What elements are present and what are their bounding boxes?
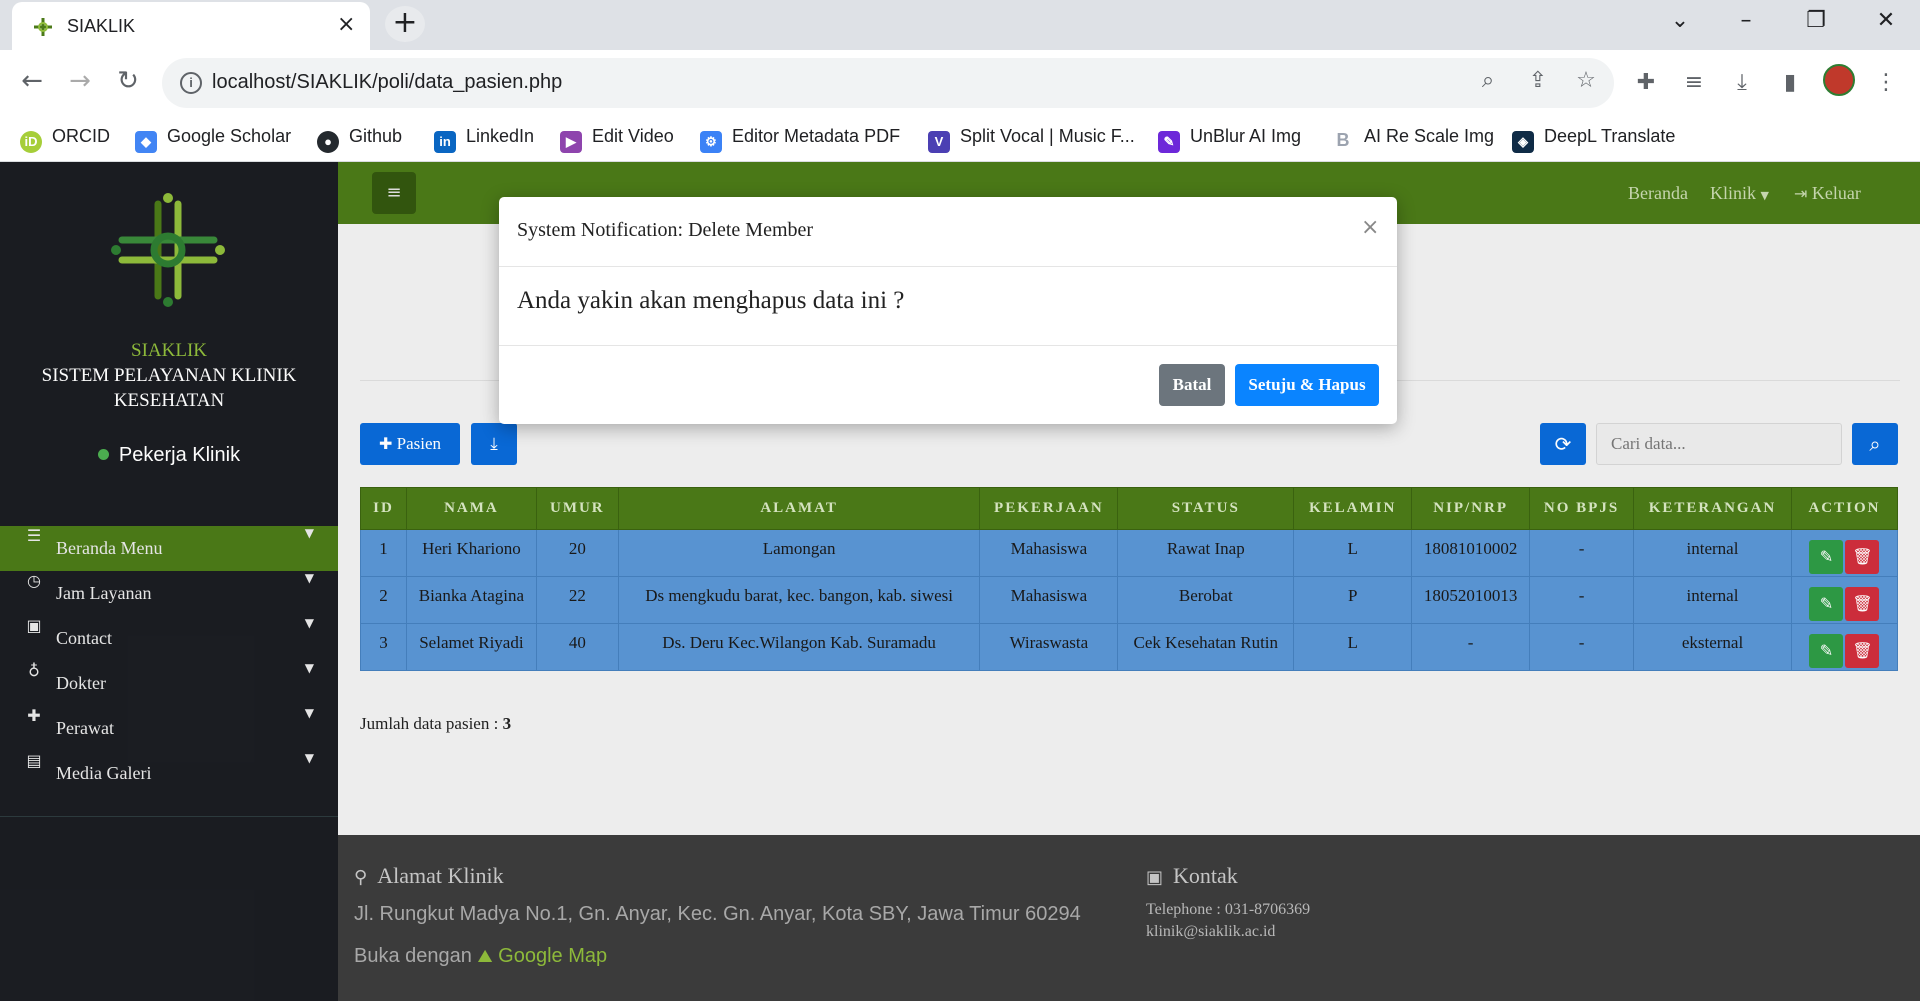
- side-panel-icon[interactable]: ▮: [1774, 70, 1806, 95]
- cancel-button[interactable]: Batal: [1159, 364, 1225, 406]
- url-text[interactable]: localhost/SIAKLIK/poli/data_pasien.php: [212, 71, 562, 94]
- bookmark-linkedin[interactable]: in LinkedIn: [434, 126, 534, 153]
- modal-message: Anda yakin akan menghapus data ini ?: [517, 287, 905, 314]
- bookmark-edit-video[interactable]: ▶ Edit Video: [560, 126, 674, 153]
- new-tab-button[interactable]: +: [385, 6, 425, 42]
- bookmark-unblur[interactable]: ✎ UnBlur AI Img: [1158, 126, 1301, 153]
- vocal-icon: V: [928, 131, 950, 153]
- profile-avatar[interactable]: [1823, 64, 1855, 96]
- github-icon: ●: [317, 131, 339, 153]
- browser-tab-strip: SIAKLIK × + ⌄ – ❐ ✕: [0, 0, 1920, 50]
- media-queue-icon[interactable]: ≡: [1678, 70, 1710, 95]
- browser-tab[interactable]: SIAKLIK ×: [12, 2, 370, 50]
- zoom-icon[interactable]: ⌕: [1472, 68, 1504, 93]
- close-icon[interactable]: ×: [1361, 215, 1379, 240]
- bookmark-editor-metadata-pdf[interactable]: ⚙ Editor Metadata PDF: [700, 126, 900, 153]
- confirm-delete-button[interactable]: Setuju & Hapus: [1235, 364, 1379, 406]
- bookmark-split-vocal[interactable]: V Split Vocal | Music F...: [928, 126, 1135, 153]
- orcid-icon: iD: [20, 131, 42, 153]
- share-icon[interactable]: ⇪: [1522, 68, 1554, 93]
- bookmark-google-scholar[interactable]: ◆ Google Scholar: [135, 126, 291, 153]
- extensions-icon[interactable]: ✚: [1630, 70, 1662, 95]
- close-tab-icon[interactable]: ×: [337, 12, 355, 37]
- video-icon: ▶: [560, 131, 582, 153]
- site-info-icon[interactable]: i: [180, 72, 202, 94]
- bookmark-star-icon[interactable]: ☆: [1570, 68, 1602, 93]
- pdf-icon: ⚙: [700, 131, 722, 153]
- bookmark-github[interactable]: ● Github: [317, 126, 402, 153]
- bookmark-deepl[interactable]: ◈ DeepL Translate: [1512, 126, 1675, 153]
- linkedin-icon: in: [434, 131, 456, 153]
- modal-header: System Notification: Delete Member ×: [499, 197, 1397, 267]
- siaklik-favicon-icon: [34, 18, 52, 36]
- forward-icon[interactable]: →: [62, 66, 98, 96]
- restore-icon[interactable]: ❐: [1796, 8, 1836, 33]
- scholar-icon: ◆: [135, 131, 157, 153]
- bookmark-ai-rescale[interactable]: B AI Re Scale Img: [1332, 126, 1494, 152]
- back-icon[interactable]: ←: [14, 66, 50, 96]
- tab-search-icon[interactable]: ⌄: [1660, 8, 1700, 33]
- reload-icon[interactable]: ↻: [110, 66, 146, 96]
- delete-confirm-modal: System Notification: Delete Member × And…: [499, 197, 1397, 424]
- bookmarks-bar: iD ORCID ◆ Google Scholar ● Github in Linked…: [0, 116, 1920, 162]
- menu-kebab-icon[interactable]: ⋮: [1870, 70, 1902, 95]
- modal-divider: [499, 345, 1397, 346]
- download-icon[interactable]: ⤓: [1726, 70, 1758, 95]
- close-window-icon[interactable]: ✕: [1866, 8, 1906, 33]
- deepl-icon: ◈: [1512, 131, 1534, 153]
- rescale-icon: B: [1332, 129, 1354, 151]
- minimize-icon[interactable]: –: [1726, 8, 1766, 33]
- tab-title: SIAKLIK: [67, 16, 136, 36]
- unblur-icon: ✎: [1158, 131, 1180, 153]
- address-bar[interactable]: i localhost/SIAKLIK/poli/data_pasien.php…: [162, 58, 1614, 108]
- bookmark-orcid[interactable]: iD ORCID: [20, 126, 110, 153]
- browser-toolbar: ← → ↻ i localhost/SIAKLIK/poli/data_pasi…: [0, 50, 1920, 116]
- modal-title: System Notification: Delete Member: [517, 219, 814, 241]
